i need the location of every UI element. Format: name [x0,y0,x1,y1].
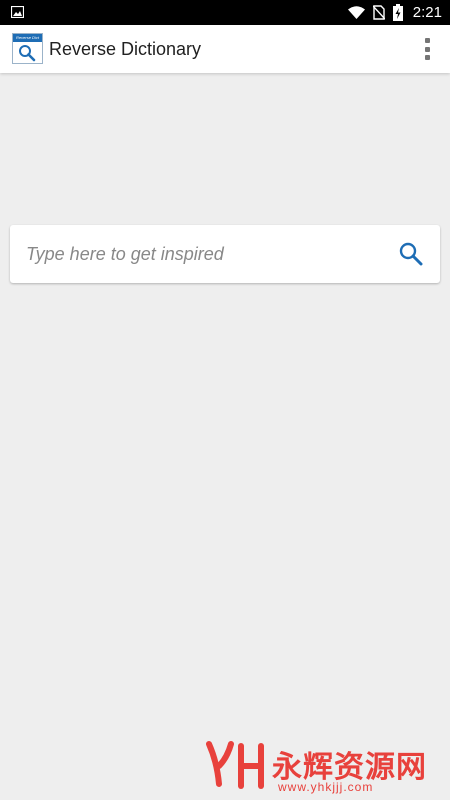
app-logo: Reverse Dict [12,33,43,64]
status-bar: 2:21 [0,0,450,25]
logo-magnifier-icon [19,45,36,62]
overflow-menu-icon [424,38,430,43]
no-sim-icon [372,5,385,20]
search-input[interactable] [26,225,376,283]
watermark: 永辉资源网 www.yhkjjj.com [200,740,440,795]
battery-charging-icon [392,4,403,21]
watermark-logo-icon [206,741,264,789]
image-icon [11,6,24,18]
overflow-menu-dot [424,55,430,60]
app-title: Reverse Dictionary [49,39,202,59]
app-logo-label: Reverse Dict [13,34,42,42]
watermark-url: www.yhkjjj.com [278,780,374,794]
wifi-icon [347,6,365,19]
app-bar: Reverse Dict Reverse Dictionary [0,25,450,73]
overflow-menu-button[interactable] [422,38,432,60]
status-icons: 2:21 [347,0,442,25]
search-icon[interactable] [398,241,424,267]
overflow-menu-dot [424,46,430,52]
search-card [10,225,440,283]
status-time: 2:21 [412,4,442,21]
